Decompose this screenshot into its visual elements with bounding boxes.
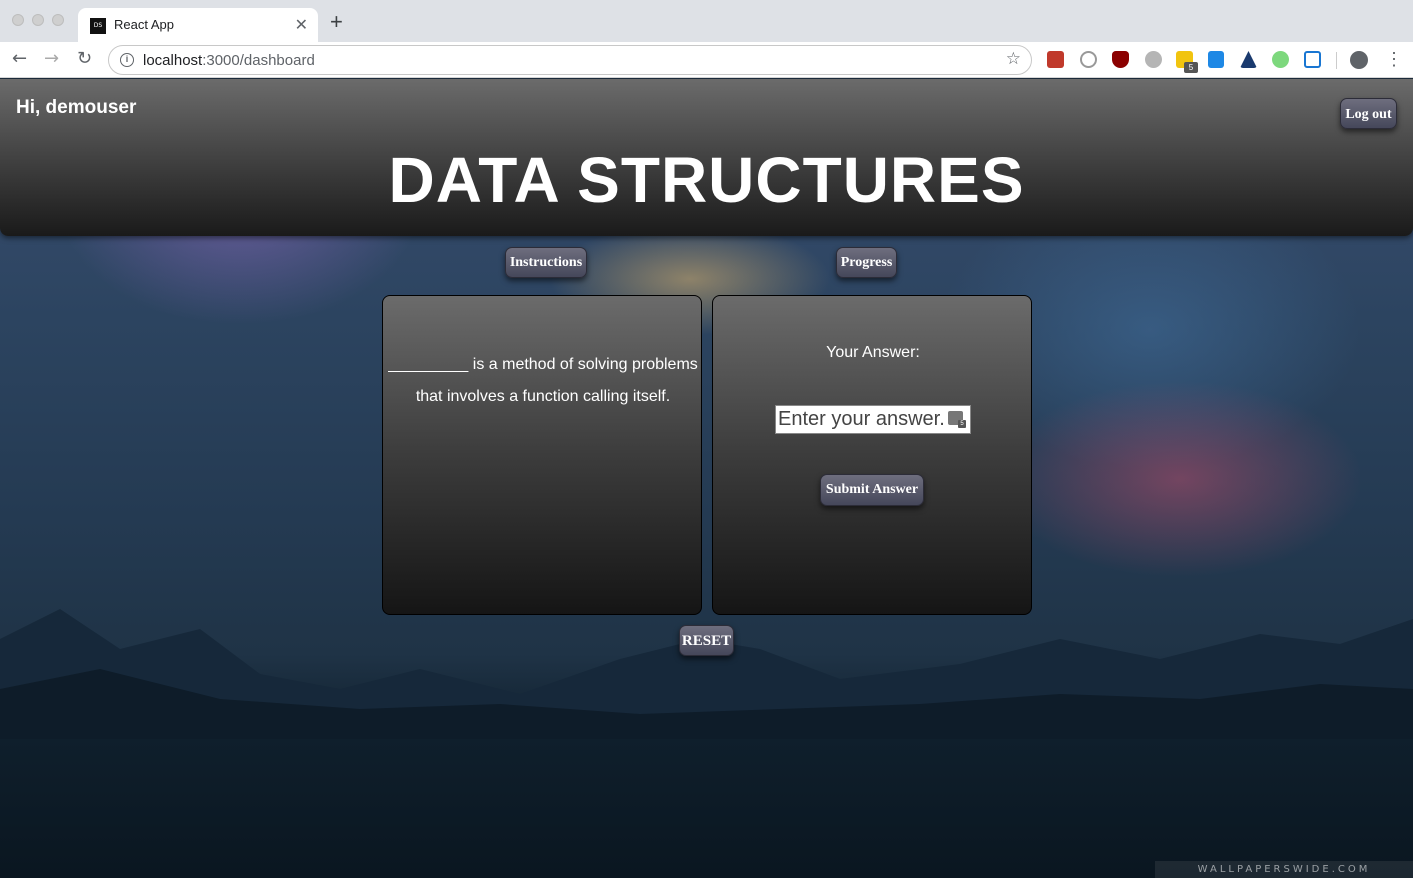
bookmark-star-icon[interactable]: ☆ xyxy=(1006,49,1021,69)
forward-arrow-icon[interactable]: → xyxy=(44,48,59,70)
user-greeting: Hi, demouser xyxy=(16,97,137,118)
instructions-button[interactable]: Instructions xyxy=(505,247,587,278)
tab-favicon-icon: DS xyxy=(90,18,106,34)
extension-green-icon[interactable] xyxy=(1272,51,1289,68)
extension-t-icon[interactable] xyxy=(1208,51,1224,68)
question-card: _________ is a method of solving problem… xyxy=(382,295,702,615)
back-arrow-icon[interactable]: ← xyxy=(12,48,27,70)
site-info-icon[interactable]: i xyxy=(120,53,134,67)
submit-answer-button[interactable]: Submit Answer xyxy=(820,474,924,506)
extension-grid-icon[interactable] xyxy=(1304,51,1321,68)
extension-circle-icon[interactable] xyxy=(1080,51,1097,68)
extension-gray-icon[interactable] xyxy=(1145,51,1162,68)
progress-button[interactable]: Progress xyxy=(836,247,897,278)
tab-close-icon[interactable]: ✕ xyxy=(295,15,308,35)
window-zoom-control[interactable] xyxy=(52,14,64,26)
wallpaper-watermark: WALLPAPERSWIDE.COM xyxy=(1155,861,1413,878)
extension-badge: 5 xyxy=(1184,62,1198,73)
browser-tab-bar: DS React App ✕ + xyxy=(0,0,1413,42)
dashboard-page: WALLPAPERSWIDE.COM Hi, demouser DATA STR… xyxy=(0,79,1413,878)
mountain-background xyxy=(0,609,1413,749)
url-text: localhost:3000/dashboard xyxy=(143,52,315,69)
toolbar-separator xyxy=(1336,52,1337,69)
profile-avatar-icon[interactable] xyxy=(1350,51,1368,69)
window-minimize-control[interactable] xyxy=(32,14,44,26)
browser-toolbar: ← → ↻ i localhost:3000/dashboard ☆ 5 ⋮ xyxy=(0,42,1413,78)
question-text: _________ is a method of solving problem… xyxy=(388,356,698,405)
password-manager-icon[interactable]: 5 xyxy=(948,411,966,428)
lake-background xyxy=(0,739,1413,878)
reload-icon[interactable]: ↻ xyxy=(77,48,92,70)
window-close-control[interactable] xyxy=(12,14,24,26)
ublock-shield-icon[interactable] xyxy=(1112,51,1129,68)
dashboard-header: Hi, demouser DATA STRUCTURES Log out xyxy=(0,79,1413,236)
new-tab-icon[interactable]: + xyxy=(330,11,343,33)
answer-label: Your Answer: xyxy=(826,344,920,361)
password-manager-badge: 5 xyxy=(958,420,966,428)
tab-title: React App xyxy=(114,17,174,32)
address-bar[interactable]: i localhost:3000/dashboard ☆ xyxy=(108,45,1032,75)
answer-card: Your Answer: 5 Submit Answer xyxy=(712,295,1032,615)
browser-menu-icon[interactable]: ⋮ xyxy=(1385,48,1403,70)
browser-tab[interactable]: DS React App ✕ xyxy=(78,8,318,42)
page-title: DATA STRUCTURES xyxy=(388,144,1025,216)
extension-red-icon[interactable] xyxy=(1047,51,1064,68)
answer-input[interactable] xyxy=(775,405,971,434)
reset-button[interactable]: RESET xyxy=(679,625,734,656)
extension-triangle-icon[interactable] xyxy=(1240,51,1257,68)
logout-button[interactable]: Log out xyxy=(1340,98,1397,129)
